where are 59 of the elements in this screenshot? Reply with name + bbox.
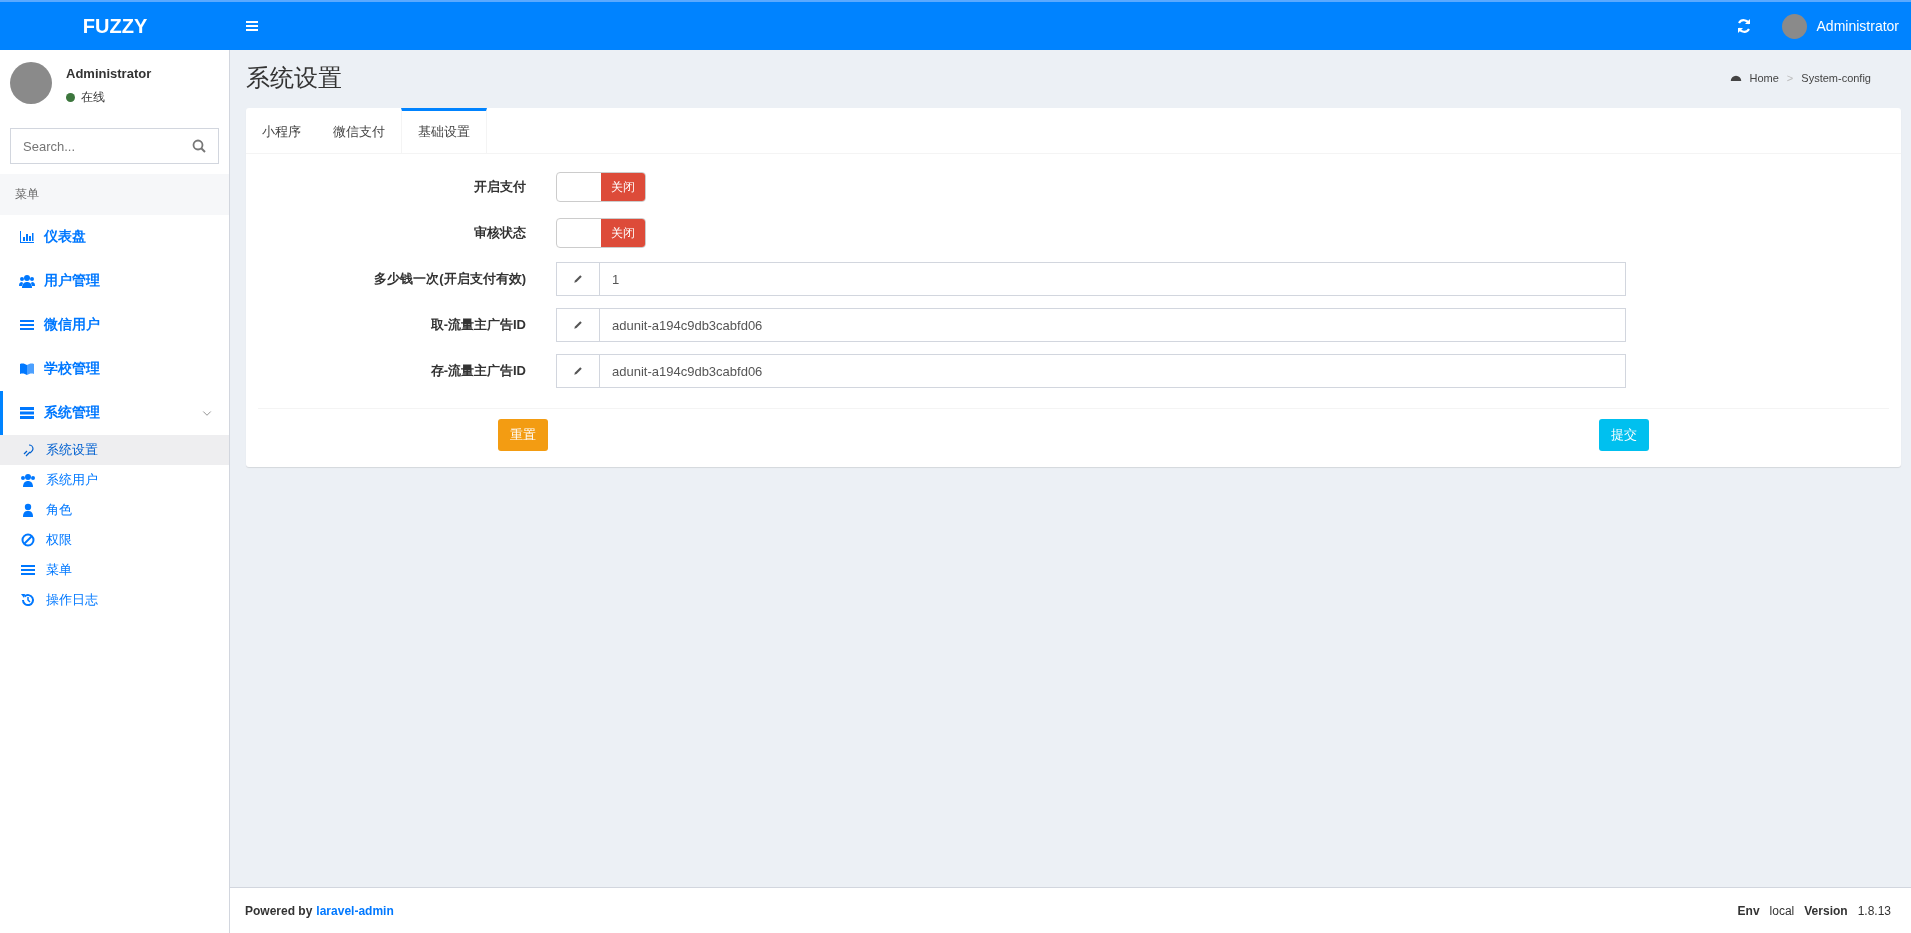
avatar <box>10 62 52 104</box>
list-icon <box>20 562 36 578</box>
version-value: 1.8.13 <box>1857 903 1891 918</box>
user-icon <box>20 502 36 518</box>
footer-text: Powered by <box>245 903 313 918</box>
avatar[interactable] <box>1781 13 1807 39</box>
version-label: Version <box>1804 903 1848 918</box>
menu-icon <box>244 18 260 34</box>
menu-item[interactable]: 用户管理 <box>0 259 229 303</box>
submenu-item[interactable]: 角色 <box>0 495 229 525</box>
user-name: Administrator <box>66 66 152 81</box>
breadcrumb-separator: > <box>1786 72 1794 84</box>
users-icon <box>19 273 35 289</box>
pencil-icon <box>572 319 584 331</box>
bar-chart-icon <box>19 229 35 245</box>
submenu-item[interactable]: 系统用户 <box>0 465 229 495</box>
history-icon <box>20 592 36 608</box>
submenu-item[interactable]: 系统设置 <box>0 435 229 465</box>
field-label: 开启支付 <box>473 178 527 196</box>
menu-item[interactable]: 学校管理 <box>0 347 229 391</box>
users-icon <box>20 472 36 488</box>
book-icon <box>19 361 35 377</box>
ban-icon <box>20 532 36 548</box>
toggle-switch[interactable]: 关闭 <box>556 218 646 248</box>
user-name[interactable]: Administrator <box>1816 18 1899 34</box>
breadcrumb-item: System-config <box>1801 72 1871 84</box>
field-label: 存-流量主广告ID <box>429 362 527 380</box>
field-label: 审核状态 <box>473 224 527 242</box>
list-icon <box>19 317 35 333</box>
pencil-icon <box>572 273 584 285</box>
server-icon <box>19 405 35 421</box>
footer-link[interactable]: laravel-admin <box>316 903 394 918</box>
pencil-icon <box>572 365 584 377</box>
breadcrumb-item[interactable]: Home <box>1749 72 1779 84</box>
field-label: 取-流量主广告ID <box>429 316 527 334</box>
tab[interactable]: 基础设置 <box>401 108 487 153</box>
reset-button[interactable]: 重置 <box>498 419 548 451</box>
field-label: 多少钱一次(开启支付有效) <box>373 270 527 288</box>
tab[interactable]: 微信支付 <box>317 108 401 153</box>
submenu-item[interactable]: 菜单 <box>0 555 229 585</box>
menu-item[interactable]: 仪表盘 <box>0 215 229 259</box>
submenu-item[interactable]: 权限 <box>0 525 229 555</box>
env-value: local <box>1769 903 1795 918</box>
submenu-item[interactable]: 操作日志 <box>0 585 229 615</box>
env-label: Env <box>1737 903 1760 918</box>
tab[interactable]: 小程序 <box>246 108 317 153</box>
refresh-icon <box>1735 18 1752 34</box>
menu-item[interactable]: 微信用户 <box>0 303 229 347</box>
text-field[interactable]: adunit-a194c9db3cabfd06 <box>600 354 1626 388</box>
search-icon <box>191 138 207 154</box>
status-text: 在线 <box>81 89 105 106</box>
toggle-switch[interactable]: 关闭 <box>556 172 646 202</box>
search-field[interactable]: Search... <box>10 128 219 164</box>
status-dot <box>66 93 75 102</box>
text-field[interactable]: 1 <box>600 262 1626 296</box>
logo-text[interactable]: FUZZY <box>0 14 230 38</box>
menu-header: 菜单 <box>0 174 229 215</box>
page-title: 系统设置 <box>246 63 342 93</box>
text-field[interactable]: adunit-a194c9db3cabfd06 <box>600 308 1626 342</box>
